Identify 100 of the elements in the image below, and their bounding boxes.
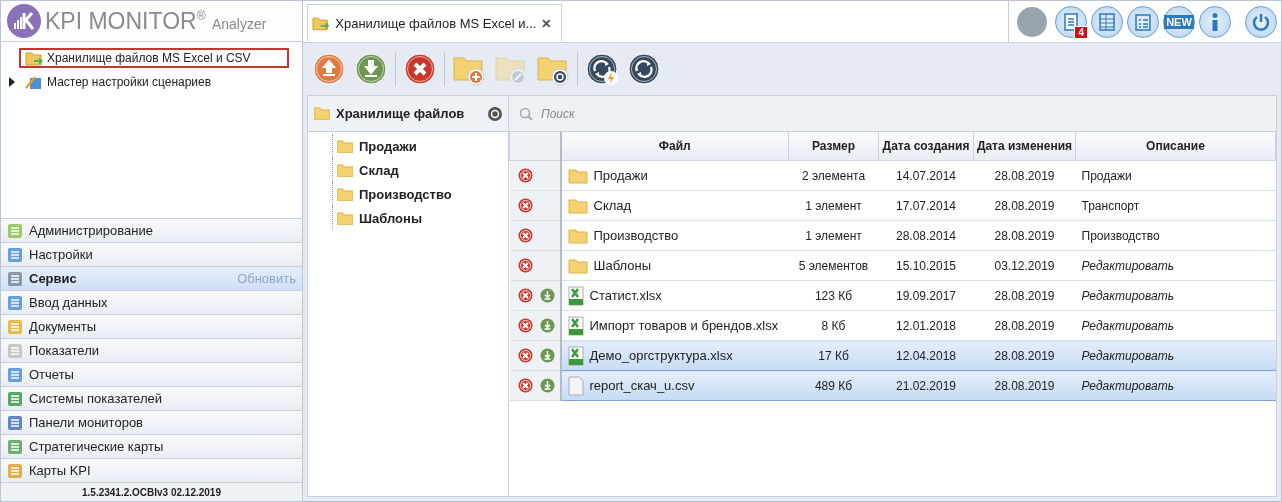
section-item[interactable]: Администрирование [1,218,302,242]
section-item[interactable]: Сервис Обновить [1,266,302,290]
size-cell: 1 элемент [788,190,879,221]
description-cell[interactable]: Продажи [1075,160,1276,191]
folder-icon [312,15,330,31]
tab[interactable]: Хранилище файлов MS Excel и... [307,4,562,41]
description-cell[interactable]: Производство [1075,220,1276,251]
delete-icon[interactable] [517,318,533,333]
download-icon[interactable] [539,348,555,363]
file-name-cell[interactable]: Статист.xlsx [560,280,789,311]
file-name-cell[interactable]: report_скач_u.csv [560,370,789,401]
expander-icon[interactable] [8,77,16,87]
refresh-flash-button[interactable] [584,51,620,87]
section-icon [7,342,23,359]
section-item[interactable]: Системы показателей [1,386,302,410]
section-item[interactable]: Панели мониторов [1,410,302,434]
checklist-button[interactable] [1127,5,1159,38]
close-icon[interactable] [542,18,551,28]
delete-icon[interactable] [517,228,533,243]
search-field[interactable]: Поиск [539,105,700,122]
date-cell: 12.04.2018 [878,340,974,371]
download-button[interactable] [353,51,389,87]
search-icon [519,106,533,121]
column-header[interactable]: Дата изменения [973,132,1076,161]
spreadsheet-icon [567,345,584,366]
folder-icon [25,50,43,66]
folder-icon [314,107,330,120]
section-item[interactable]: Отчеты [1,362,302,386]
folder-tree-item[interactable]: Шаблоны [332,206,508,230]
section-item[interactable]: Документы [1,314,302,338]
date-cell: 28.08.2019 [973,220,1076,251]
delete-icon[interactable] [517,378,533,393]
date-cell: 19.09.2017 [878,280,974,311]
folder-icon [337,211,353,225]
download-icon[interactable] [539,318,555,333]
date-cell: 21.02.2019 [878,370,974,401]
section-item[interactable]: Стратегические карты [1,434,302,458]
description-cell[interactable]: Редактировать [1075,370,1276,401]
folder-icon [337,163,353,177]
column-header[interactable]: Дата создания [878,132,974,161]
file-name-cell[interactable]: Продажи [560,160,789,191]
delete-icon[interactable] [517,288,533,303]
refresh-button[interactable] [626,51,662,87]
column-header[interactable]: Файл [560,132,789,161]
file-name-cell[interactable]: Склад [560,190,789,221]
folder-icon [337,139,353,153]
news-button[interactable]: NEW [1163,5,1195,38]
section-icon [7,438,23,455]
download-icon[interactable] [539,378,555,393]
section-icon [7,414,23,431]
tree-item[interactable]: Хранилище файлов MS Excel и CSV [19,48,289,68]
column-header[interactable]: Размер [788,132,879,161]
section-icon [7,462,23,479]
description-cell[interactable]: Транспорт [1075,190,1276,221]
file-name-cell[interactable]: Демо_оргструктура.xlsx [560,340,789,371]
notes-button[interactable]: 4 [1055,5,1087,38]
section-icon [7,318,23,335]
upload-icon [312,52,346,86]
notification-badge: 4 [1074,25,1088,39]
description-cell[interactable]: Редактировать [1075,250,1276,281]
size-cell: 5 элементов [788,250,879,281]
folder-icon [567,167,588,184]
date-cell: 28.08.2019 [973,280,1076,311]
panel-title: Хранилище файлов [336,106,466,121]
section-icon [7,294,23,311]
description-cell[interactable]: Редактировать [1075,340,1276,371]
file-name-cell[interactable]: Производство [560,220,789,251]
section-item[interactable]: Настройки [1,242,302,266]
table-button[interactable] [1091,5,1123,38]
column-header[interactable]: Описание [1075,132,1276,161]
section-item[interactable]: Ввод данных [1,290,302,314]
folder-icon [337,187,353,201]
file-name-cell[interactable]: Импорт товаров и брендов.xlsx [560,310,789,341]
delete-icon[interactable] [517,348,533,363]
download-icon[interactable] [539,288,555,303]
power-button[interactable] [1245,5,1277,38]
folder-tree-item[interactable]: Склад [332,158,508,182]
section-item[interactable]: Показатели [1,338,302,362]
date-cell: 28.08.2014 [878,220,974,251]
upload-button[interactable] [311,51,347,87]
delete-icon[interactable] [517,168,533,183]
date-cell: 28.08.2019 [973,370,1076,401]
info-icon [1212,12,1218,31]
tree-item[interactable]: Мастер настройки сценариев [19,72,289,92]
size-cell: 2 элемента [788,160,879,191]
file-name-cell[interactable]: Шаблоны [560,250,789,281]
refresh-icon[interactable] [488,106,502,121]
date-cell: 28.08.2019 [973,340,1076,371]
description-cell[interactable]: Редактировать [1075,310,1276,341]
folder-tree-item[interactable]: Продажи [332,134,508,158]
description-cell[interactable]: Редактировать [1075,280,1276,311]
delete-icon[interactable] [517,198,533,213]
info-button[interactable] [1199,5,1231,38]
date-cell: 14.07.2014 [878,160,974,191]
folder-tree-item[interactable]: Производство [332,182,508,206]
section-item[interactable]: Карты KPI [1,458,302,482]
spreadsheet-icon [567,285,584,306]
delete-icon[interactable] [517,258,533,273]
size-cell: 17 Кб [788,340,879,371]
delete-button[interactable] [402,51,438,87]
